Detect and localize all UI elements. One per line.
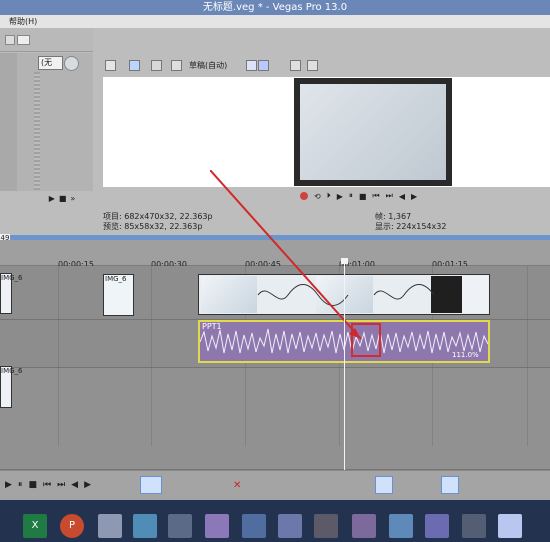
fast-forward-icon[interactable]: »: [70, 194, 75, 203]
taskbar-app-14[interactable]: [498, 514, 522, 538]
monitor-icon[interactable]: [129, 60, 140, 71]
empty-track-area: [0, 368, 550, 470]
playhead-handle[interactable]: [341, 258, 348, 264]
prev-icon[interactable]: ⏮: [43, 480, 51, 490]
grid-line-6: [527, 266, 528, 446]
rewind-icon[interactable]: ◀: [71, 480, 78, 490]
left-mini-transport: ▶ ■ »: [41, 192, 83, 204]
grid-line-2: [151, 266, 152, 446]
taskbar-app-4[interactable]: [133, 514, 157, 538]
taskbar-app-3[interactable]: [98, 514, 122, 538]
pause-icon[interactable]: ⏸: [18, 480, 23, 490]
fx-icon[interactable]: [64, 56, 79, 71]
title-bar: 无标题.veg * - Vegas Pro 13.0: [0, 0, 550, 15]
snap-button[interactable]: [375, 476, 393, 494]
playhead-line[interactable]: [344, 261, 345, 470]
copy-icon[interactable]: [290, 60, 301, 71]
lock-button[interactable]: [441, 476, 459, 494]
taskbar-app-13[interactable]: [462, 514, 486, 538]
taskbar-app-12[interactable]: [425, 514, 449, 538]
cut-icon[interactable]: ✕: [233, 480, 241, 491]
play-icon[interactable]: ▶: [5, 480, 12, 490]
frame-back-icon[interactable]: ◀: [399, 192, 405, 201]
pin-icon[interactable]: [5, 35, 15, 45]
save-icon[interactable]: [307, 60, 318, 71]
taskbar-app-9[interactable]: [314, 514, 338, 538]
video-fx-icon[interactable]: [105, 60, 116, 71]
preview-toolbar: [98, 56, 550, 76]
taskbar-app-8[interactable]: [278, 514, 302, 538]
video-frame-content: [300, 84, 446, 180]
overlay-icon[interactable]: [246, 60, 257, 71]
brush-icon[interactable]: [17, 35, 30, 45]
taskbar-app-6[interactable]: [205, 514, 229, 538]
clip-left-label: IMG_6: [1, 274, 23, 282]
next-icon[interactable]: ⏭: [386, 191, 393, 201]
circle-icon[interactable]: [171, 60, 182, 71]
fx-combo-label: (无: [41, 58, 53, 67]
next-icon[interactable]: ⏭: [57, 480, 65, 490]
taskbar-app-11[interactable]: [389, 514, 413, 538]
clip-left-label-2: IMG_6: [1, 367, 23, 375]
bottom-transport: ▶ ⏸ ■ ⏮ ⏭ ◀ ▶: [5, 480, 91, 490]
display-value: 224x154x32: [396, 222, 447, 231]
powerpoint-icon[interactable]: P: [60, 514, 84, 538]
play-icon[interactable]: ▶: [49, 194, 55, 203]
vegas-window: 无标题.veg * - Vegas Pro 13.0 帮助(H) (无 ▶ ■ …: [0, 0, 550, 542]
left-resize-handle[interactable]: [34, 72, 40, 190]
taskbar-app-10[interactable]: [352, 514, 376, 538]
window-title: 无标题.veg * - Vegas Pro 13.0: [202, 2, 348, 13]
menu-bar: 帮助(H): [0, 15, 550, 28]
forward-icon[interactable]: ▶: [84, 480, 91, 490]
frame-value: 1,367: [388, 212, 412, 221]
edit-tool-button[interactable]: [140, 476, 162, 494]
stop-icon[interactable]: ■: [59, 194, 67, 203]
preview-quality-label[interactable]: 草稿(自动): [189, 60, 227, 71]
menu-help[interactable]: 帮助(H): [9, 17, 37, 26]
effects-panel: [17, 53, 93, 191]
split-screen-icon[interactable]: [151, 60, 162, 71]
grid-icon[interactable]: [258, 60, 269, 71]
excel-icon[interactable]: X: [23, 514, 47, 538]
image-clip-label: IMG_6: [105, 275, 127, 283]
frame-info: 帧: 1,367 显示: 224x154x32: [375, 212, 485, 232]
fx-combo[interactable]: (无: [38, 56, 63, 70]
frame-forward-icon[interactable]: ▶: [411, 192, 417, 201]
grid-line-1: [58, 266, 59, 446]
left-side-strip: [0, 53, 17, 191]
taskbar-app-5[interactable]: [168, 514, 192, 538]
taskbar-app-7[interactable]: [242, 514, 266, 538]
annotation-arrow: [210, 170, 362, 340]
stop-icon[interactable]: ■: [28, 480, 37, 490]
